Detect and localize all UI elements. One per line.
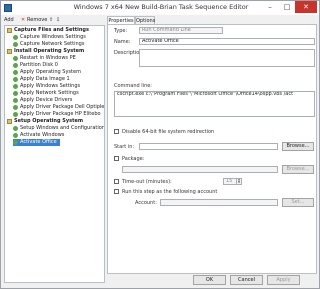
tree-step[interactable]: Apply Data Image 1 — [5, 76, 104, 83]
tree-group[interactable]: Setup Operating System — [5, 118, 104, 125]
check-icon — [13, 133, 18, 138]
minimize-button[interactable]: – — [263, 1, 277, 13]
type-field: Run Command Line — [139, 27, 223, 34]
tree-step[interactable]: Apply Operating System — [5, 69, 104, 76]
account-set-button[interactable]: Set... — [282, 198, 314, 207]
tree-item-label: Capture Windows Settings — [20, 34, 86, 40]
timeout-field[interactable]: 15 ▲ ▼ — [223, 178, 242, 185]
check-icon — [13, 56, 18, 61]
name-label: Name: — [114, 39, 131, 45]
tree-item-label: Apply Driver Package HP Elitebo — [20, 111, 101, 117]
apply-button[interactable]: Apply — [267, 275, 300, 285]
package-label: Package: — [122, 156, 145, 162]
ok-button[interactable]: OK — [193, 275, 226, 285]
start-in-field[interactable] — [139, 143, 278, 150]
check-icon — [13, 105, 18, 110]
tree-item-label: Apply Driver Package Dell Optiple — [20, 104, 105, 110]
check-icon — [13, 91, 18, 96]
close-button[interactable]: ✕ — [295, 1, 317, 13]
disable-redirection-checkbox[interactable] — [114, 129, 119, 134]
remove-icon[interactable]: ✕ — [21, 16, 25, 25]
task-sequence-tree: Capture Files and Settings Capture Window… — [4, 25, 105, 283]
move-up-icon[interactable]: ⇧ — [49, 16, 53, 25]
tree-step[interactable]: Partition Disk 0 — [5, 62, 104, 69]
tree-step[interactable]: Apply Device Drivers — [5, 97, 104, 104]
description-field[interactable] — [139, 49, 315, 67]
check-icon — [13, 126, 18, 131]
tree-item-label: Activate Office — [20, 139, 57, 145]
tab-properties[interactable]: Properties — [107, 16, 135, 24]
tree-item-label: Activate Windows — [20, 132, 65, 138]
tree-item-label: Apply Data Image 1 — [20, 76, 70, 82]
check-icon — [13, 70, 18, 75]
tree-item-label: Setup Windows and Configuration — [20, 125, 105, 131]
tree-item-label: Install Operating System — [14, 48, 85, 54]
tree-step[interactable]: Activate Office — [13, 139, 60, 146]
account-label: Account: — [135, 200, 157, 206]
run-as-account-label: Run this step as the following account — [122, 189, 218, 195]
cancel-button[interactable]: Cancel — [230, 275, 263, 285]
folder-icon — [7, 28, 12, 33]
tree-group[interactable]: Install Operating System — [5, 48, 104, 55]
move-down-icon[interactable]: ⇩ — [56, 16, 60, 25]
remove-button[interactable]: Remove — [27, 16, 47, 25]
tree-item-label: Apply Windows Settings — [20, 83, 81, 89]
check-icon — [13, 140, 18, 145]
check-icon — [13, 42, 18, 47]
properties-panel: Type: Run Command Line Name: Activate Of… — [107, 24, 317, 274]
package-checkbox[interactable] — [114, 156, 119, 161]
folder-icon — [7, 119, 12, 124]
tree-item-label: Apply Network Settings — [20, 90, 79, 96]
tree-step[interactable]: Apply Network Settings — [5, 90, 104, 97]
command-line-field[interactable]: cscript.exe c:\"Program Files"\"Microsof… — [114, 91, 315, 117]
tree-item-label: Partition Disk 0 — [20, 62, 58, 68]
properties-area: Properties Options Type: Run Command Lin… — [105, 15, 319, 289]
start-in-label: Start in: — [114, 144, 135, 150]
check-icon — [13, 98, 18, 103]
task-sequence-editor-window: Windows 7 x64 New Build-Brian Task Seque… — [0, 0, 320, 289]
tree-item-label: Capture Network Settings — [20, 41, 85, 47]
tree-item-label: Apply Operating System — [20, 69, 81, 75]
start-in-browse-button[interactable]: Browse... — [282, 142, 314, 151]
tab-options[interactable]: Options — [135, 16, 155, 24]
type-label: Type: — [114, 28, 128, 34]
tree-step[interactable]: Capture Network Settings — [5, 41, 104, 48]
check-icon — [13, 63, 18, 68]
tree-step[interactable]: Apply Driver Package HP Elitebo — [5, 111, 104, 118]
tree-step[interactable]: Restart in Windows PE — [5, 55, 104, 62]
title-bar: Windows 7 x64 New Build-Brian Task Seque… — [1, 1, 319, 15]
maximize-button[interactable]: □ — [280, 1, 294, 13]
name-field[interactable]: Activate Office — [139, 38, 315, 45]
tree-step[interactable]: Apply Driver Package Dell Optiple — [5, 104, 104, 111]
check-icon — [13, 77, 18, 82]
timeout-checkbox[interactable] — [114, 179, 119, 184]
tree-step[interactable]: Capture Windows Settings — [5, 34, 104, 41]
timeout-spinner-icon[interactable]: ▲ ▼ — [236, 179, 241, 184]
command-line-label: Command line: — [114, 83, 152, 89]
check-icon — [13, 84, 18, 89]
check-icon — [13, 35, 18, 40]
tree-item-label: Restart in Windows PE — [20, 55, 76, 61]
tree-step[interactable]: Setup Windows and Configuration — [5, 125, 104, 132]
check-icon — [13, 112, 18, 117]
tree-item-label: Apply Device Drivers — [20, 97, 73, 103]
timeout-label: Time-out (minutes): — [122, 179, 172, 185]
folder-icon — [7, 49, 12, 54]
window-title: Windows 7 x64 New Build-Brian Task Seque… — [73, 3, 249, 11]
app-icon — [4, 4, 12, 12]
account-field — [160, 199, 278, 206]
tree-step[interactable]: Activate Windows — [5, 132, 104, 139]
tree-group[interactable]: Capture Files and Settings — [5, 27, 104, 34]
run-as-account-checkbox[interactable] — [114, 189, 119, 194]
package-field — [122, 166, 278, 173]
tree-item-label: Setup Operating System — [14, 118, 84, 124]
disable-redirection-label: Disable 64-bit file system redirection — [122, 129, 215, 135]
tree-step[interactable]: Apply Windows Settings — [5, 83, 104, 90]
package-browse-button[interactable]: Browse... — [282, 165, 314, 174]
tree-item-label: Capture Files and Settings — [14, 27, 89, 33]
